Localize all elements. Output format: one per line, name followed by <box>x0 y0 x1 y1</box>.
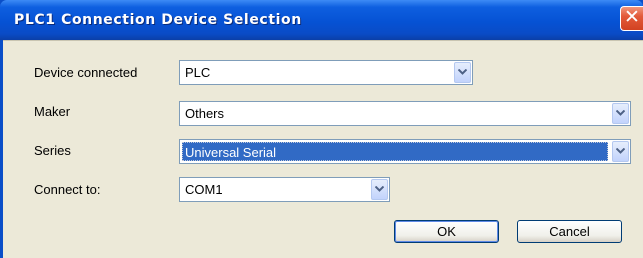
ok-button[interactable]: OK <box>394 220 499 243</box>
maker-value: Others <box>185 106 225 121</box>
dialog-body: Device connected PLC Maker Others Series… <box>3 40 643 258</box>
chevron-down-icon <box>375 186 384 192</box>
maker-select[interactable]: Others <box>179 101 631 126</box>
maker-dropdown-button[interactable] <box>612 103 629 124</box>
device-connected-select[interactable]: PLC <box>179 60 473 85</box>
series-value: Universal Serial <box>182 142 608 161</box>
series-select[interactable]: Universal Serial <box>179 139 631 164</box>
device-connected-value: PLC <box>185 65 211 80</box>
dialog-title: PLC1 Connection Device Selection <box>14 12 302 28</box>
device-connected-label: Device connected <box>34 65 138 80</box>
device-connected-dropdown-button[interactable] <box>454 62 471 83</box>
close-button[interactable]: ✕ <box>620 6 643 31</box>
close-icon: ✕ <box>624 6 640 28</box>
chevron-down-icon <box>616 110 625 116</box>
dialog-window: PLC1 Connection Device Selection ✕ Devic… <box>0 0 643 258</box>
chevron-down-icon <box>616 148 625 154</box>
connect-to-label: Connect to: <box>34 182 101 197</box>
series-label: Series <box>34 143 71 158</box>
cancel-button[interactable]: Cancel <box>517 220 622 243</box>
series-dropdown-button[interactable] <box>612 141 629 162</box>
connect-to-dropdown-button[interactable] <box>371 179 388 200</box>
connect-to-value: COM1 <box>185 182 223 197</box>
maker-label: Maker <box>34 104 71 119</box>
connect-to-select[interactable]: COM1 <box>179 177 390 202</box>
title-bar[interactable]: PLC1 Connection Device Selection ✕ <box>0 0 643 40</box>
chevron-down-icon <box>458 69 467 75</box>
